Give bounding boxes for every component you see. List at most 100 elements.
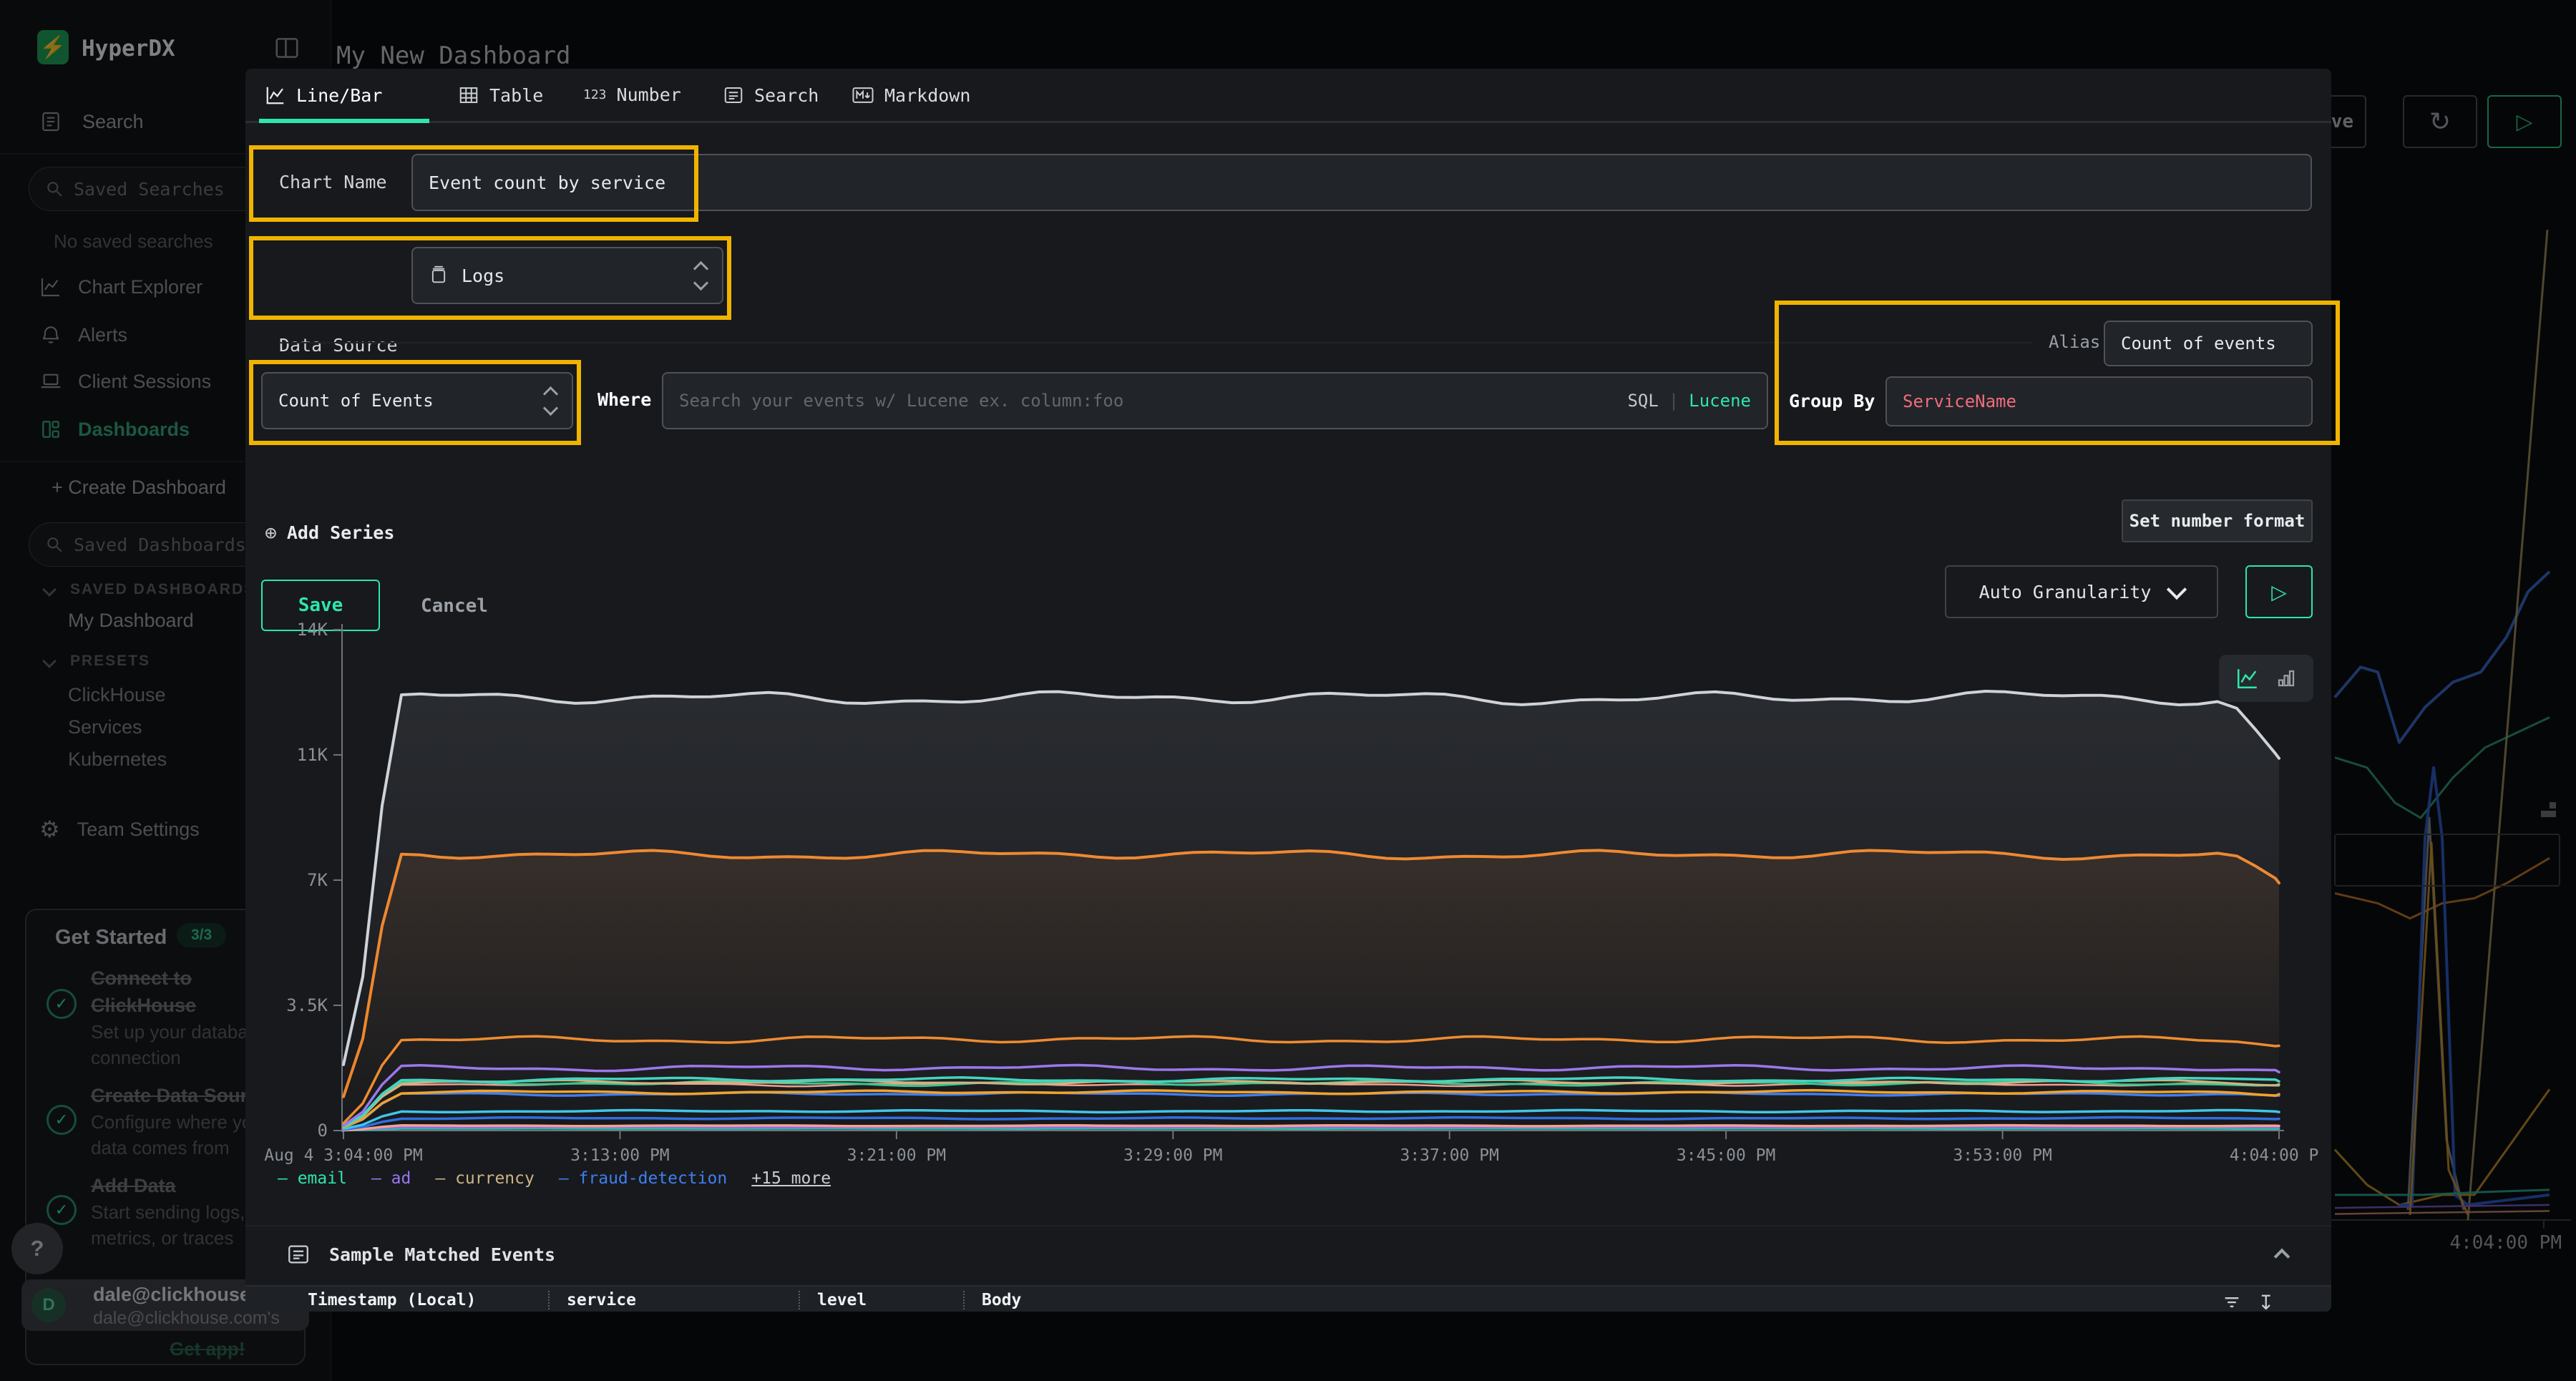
sidebar-item-search[interactable]: Search <box>39 109 144 135</box>
check-circle-icon: ✓ <box>47 989 77 1019</box>
line-chart-icon <box>39 275 62 298</box>
resize-handle-icon[interactable] <box>2537 798 2558 819</box>
no-saved-searches-text: No saved searches <box>54 230 213 253</box>
sidebar-item-alerts[interactable]: Alerts <box>39 323 127 346</box>
check-circle-icon: ✓ <box>47 1195 77 1225</box>
sidebar-item-services[interactable]: Services <box>68 716 142 738</box>
tab-bar <box>245 69 2331 123</box>
search-icon <box>45 180 64 198</box>
sidebar-item-my-dashboard[interactable]: My Dashboard <box>68 610 194 632</box>
column-header[interactable]: Timestamp (Local) <box>308 1291 476 1309</box>
get-started-progress-badge: 3/3 <box>177 923 226 947</box>
search-icon <box>45 535 64 554</box>
where-input[interactable]: Search your events w/ Lucene ex. column:… <box>662 372 1768 429</box>
where-label: Where <box>597 389 651 410</box>
bg-input-partial <box>2334 834 2560 887</box>
section-saved-dashboards[interactable]: SAVED DASHBOARDS <box>44 581 278 598</box>
chart-name-label: Chart Name <box>279 172 387 192</box>
onboarding-item[interactable]: Connect to ClickHouse Set up your databa… <box>91 965 248 1070</box>
sidebar-item-label: Search <box>82 111 144 133</box>
hyperdx-logo-icon: ⚡ <box>37 30 69 64</box>
sidebar-item-clickhouse[interactable]: ClickHouse <box>68 684 166 706</box>
sample-events-header: Sample Matched Events <box>286 1242 555 1267</box>
data-source-select[interactable]: Logs <box>411 247 723 304</box>
circle-plus-icon: ⊕ <box>265 521 277 545</box>
gear-icon: ⚙ <box>39 816 60 843</box>
dashboard-tile-chart <box>2331 215 2576 1259</box>
sidebar-item-team-settings[interactable]: ⚙ Team Settings <box>39 816 200 843</box>
where-placeholder: Search your events w/ Lucene ex. column:… <box>679 391 1123 411</box>
sidebar-item-client-sessions[interactable]: Client Sessions <box>39 370 211 393</box>
table-header-row: Timestamp (Local) service level Body ↧ <box>245 1285 2331 1312</box>
help-button[interactable]: ? <box>11 1223 63 1274</box>
tab-search[interactable]: Search <box>723 84 819 106</box>
create-dashboard-button[interactable]: + Create Dashboard <box>52 477 226 499</box>
markdown-icon <box>852 84 874 106</box>
column-header[interactable]: Body <box>963 1291 1021 1309</box>
select-chevrons-icon <box>696 263 706 288</box>
section-presets[interactable]: PRESETS <box>44 653 150 670</box>
list-icon <box>286 1242 311 1267</box>
download-icon[interactable]: ↧ <box>2258 1291 2274 1312</box>
sample-events-title: Sample Matched Events <box>329 1244 555 1265</box>
saved-dashboards-placeholder: Saved Dashboards <box>74 535 246 555</box>
refresh-icon: ↻ <box>2429 107 2451 137</box>
chevron-down-icon <box>2167 580 2187 600</box>
run-button[interactable]: ▷ <box>2487 95 2562 148</box>
bell-icon <box>39 323 62 346</box>
sql-mode-button[interactable]: SQL <box>1627 391 1658 411</box>
collapse-chevron-icon[interactable] <box>2274 1249 2290 1265</box>
svg-text:3:21:00 PM: 3:21:00 PM <box>847 1146 946 1165</box>
svg-text:3:53:00 PM: 3:53:00 PM <box>1953 1146 2051 1165</box>
onboarding-item[interactable]: Create Data Source Configure where your … <box>91 1082 248 1161</box>
add-series-button[interactable]: ⊕ Add Series <box>265 521 394 545</box>
alias-input[interactable]: Count of events <box>2104 321 2313 366</box>
table-icon <box>458 84 479 106</box>
123-icon: 123 <box>583 87 607 102</box>
svg-text:3.5K: 3.5K <box>286 995 328 1015</box>
laptop-icon <box>39 370 62 393</box>
screen: ⚡ HyperDX Search Saved Searches No saved… <box>0 0 2576 1381</box>
play-icon: ▷ <box>2516 109 2532 135</box>
svg-text:3:37:00 PM: 3:37:00 PM <box>1400 1146 1498 1165</box>
chevron-down-icon <box>42 582 57 597</box>
refresh-button[interactable]: ↻ <box>2403 95 2477 148</box>
tab-number[interactable]: 123 Number <box>583 84 681 105</box>
svg-text:3:13:00 PM: 3:13:00 PM <box>570 1146 669 1165</box>
onboarding-item[interactable]: Add Data Start sending logs, metrics, or… <box>91 1172 255 1251</box>
tab-markdown[interactable]: Markdown <box>852 84 970 106</box>
brand-name: HyperDX <box>82 36 175 62</box>
page-title: My New Dashboard <box>336 42 571 70</box>
group-by-label: Group By <box>1789 391 1875 411</box>
sidebar-item-kubernetes[interactable]: Kubernetes <box>68 748 167 771</box>
lucene-mode-button[interactable]: Lucene <box>1689 391 1751 411</box>
document-list-icon <box>39 109 62 135</box>
database-icon <box>429 265 449 286</box>
column-header[interactable]: service <box>548 1291 636 1309</box>
line-chart-icon <box>265 84 286 106</box>
sidebar-item-dashboards[interactable]: Dashboards <box>39 418 190 441</box>
dashboard-grid-icon <box>39 418 62 441</box>
aggregation-select[interactable]: Count of Events <box>261 372 573 429</box>
filter-icon[interactable] <box>2222 1292 2242 1312</box>
check-circle-icon: ✓ <box>47 1105 77 1135</box>
column-header[interactable]: level <box>799 1291 867 1309</box>
play-icon: ▷ <box>2271 580 2287 604</box>
sidebar-item-chart-explorer[interactable]: Chart Explorer <box>39 275 203 298</box>
svg-text:14K: 14K <box>297 620 328 640</box>
svg-text:3:45:00 PM: 3:45:00 PM <box>1677 1146 1775 1165</box>
group-by-input[interactable]: ServiceName <box>1885 376 2313 426</box>
chevron-down-icon <box>42 654 57 668</box>
sidebar-collapse-icon[interactable] <box>273 34 301 62</box>
set-number-format-button[interactable]: Set number format <box>2122 499 2313 542</box>
saved-searches-placeholder: Saved Searches <box>74 179 225 200</box>
chart-name-input[interactable]: Event count by service <box>411 154 2312 211</box>
divider <box>245 1225 2331 1226</box>
preview-chart: 03.5K7K11K14KAug 4 3:04:00 PM3:13:00 PM3… <box>250 608 2318 1173</box>
list-icon <box>723 84 744 106</box>
svg-text:Aug 4 3:04:00 PM: Aug 4 3:04:00 PM <box>264 1146 423 1165</box>
active-tab-underline <box>259 119 429 123</box>
tab-table[interactable]: Table <box>458 84 543 106</box>
tab-line-bar[interactable]: Line/Bar <box>265 84 382 106</box>
svg-text:7K: 7K <box>307 870 328 890</box>
